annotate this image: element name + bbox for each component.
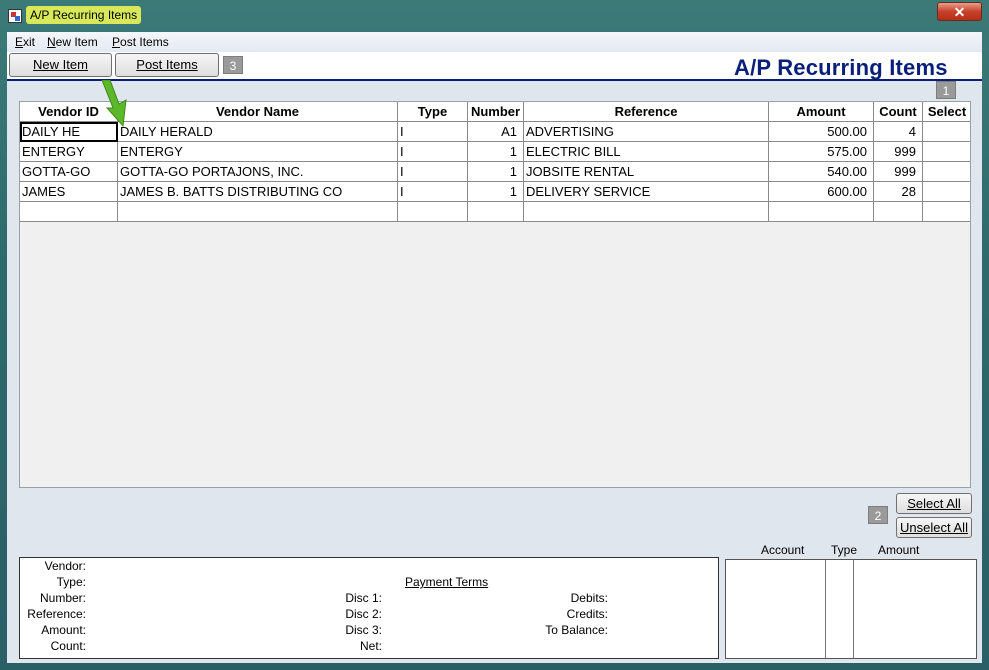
recurring-items-grid[interactable]: Vendor ID Vendor Name Type Number Refere… xyxy=(19,101,971,488)
cell-vendor-name[interactable]: DAILY HERALD xyxy=(118,122,398,142)
cell-type[interactable]: I xyxy=(398,122,468,142)
dist-type-header: Type xyxy=(831,543,858,557)
detail-panel: Vendor: Type: Number: Reference: Amount:… xyxy=(19,557,719,659)
menu-post-items-text: ost Items xyxy=(120,35,169,49)
cell-select[interactable] xyxy=(923,142,970,162)
grid-panel: 1 Vendor ID Vendor Name Type Number Refe… xyxy=(7,81,982,491)
cell-vendor-id[interactable]: GOTTA-GO xyxy=(20,162,118,182)
cell-amount[interactable]: 575.00 xyxy=(769,142,874,162)
distribution-list[interactable] xyxy=(725,559,977,659)
vendor-label: Vendor: xyxy=(44,559,86,573)
col-type[interactable]: Type xyxy=(398,102,468,122)
annotation-badge-1: 1 xyxy=(936,81,956,99)
reference-label: Reference: xyxy=(27,607,86,621)
menu-post-items-accel: P xyxy=(112,35,121,49)
cell-count[interactable]: 4 xyxy=(874,122,923,142)
credits-label: Credits: xyxy=(566,607,608,621)
cell-type[interactable]: I xyxy=(398,182,468,202)
payment-terms-label: Payment Terms xyxy=(405,575,489,589)
col-select[interactable]: Select xyxy=(923,102,970,122)
dist-account-column xyxy=(726,560,826,658)
title-bar: A/P Recurring Items ✕ xyxy=(0,0,989,32)
menu-post-items[interactable]: Post Items xyxy=(112,35,169,49)
unselect-all-button[interactable]: Unselect All xyxy=(896,517,972,538)
close-button[interactable]: ✕ xyxy=(937,2,982,21)
disc2-label: Disc 2: xyxy=(345,607,382,621)
disc1-label: Disc 1: xyxy=(345,591,382,605)
cell-select[interactable] xyxy=(923,202,970,222)
cell-select[interactable] xyxy=(923,182,970,202)
dist-account-header: Account xyxy=(761,543,805,557)
cell-count[interactable]: 28 xyxy=(874,182,923,202)
cell-vendor-id[interactable] xyxy=(20,202,118,222)
count-label: Count: xyxy=(50,639,86,653)
menu-exit-text: xit xyxy=(23,35,36,49)
net-label: Net: xyxy=(359,639,382,653)
select-all-button[interactable]: Select All xyxy=(896,493,972,514)
cell-reference[interactable]: DELIVERY SERVICE xyxy=(524,182,769,202)
cell-reference[interactable]: ELECTRIC BILL xyxy=(524,142,769,162)
post-items-button[interactable]: Post Items xyxy=(115,53,219,77)
dist-amount-header: Amount xyxy=(878,543,920,557)
menu-new-item[interactable]: New Item xyxy=(47,35,98,49)
cell-vendor-name[interactable] xyxy=(118,202,398,222)
cell-count[interactable]: 999 xyxy=(874,142,923,162)
cell-type[interactable] xyxy=(398,202,468,222)
amount-label: Amount: xyxy=(41,623,86,637)
cell-number[interactable]: A1 xyxy=(468,122,524,142)
to-balance-label: To Balance: xyxy=(545,623,608,637)
cell-vendor-name[interactable]: ENTERGY xyxy=(118,142,398,162)
menu-new-item-text: ew Item xyxy=(55,35,98,49)
cell-reference[interactable]: JOBSITE RENTAL xyxy=(524,162,769,182)
debits-label: Debits: xyxy=(570,591,608,605)
dist-type-column xyxy=(825,560,854,658)
annotation-arrow-icon xyxy=(101,80,127,128)
lower-panel: Select All Unselect All 2 Account Type A… xyxy=(7,491,982,663)
cell-reference[interactable] xyxy=(524,202,769,222)
cell-count[interactable] xyxy=(874,202,923,222)
new-item-button-label: New Item xyxy=(33,57,88,72)
window-frame: A/P Recurring Items ✕ Exit New Item Post… xyxy=(0,0,989,670)
cell-vendor-id[interactable]: JAMES xyxy=(20,182,118,202)
app-icon xyxy=(8,9,22,23)
window-title: A/P Recurring Items xyxy=(26,6,142,24)
cell-vendor-name[interactable]: JAMES B. BATTS DISTRIBUTING CO xyxy=(118,182,398,202)
client-area: Exit New Item Post Items New Item Post I… xyxy=(7,32,982,663)
select-all-label: Select All xyxy=(907,496,961,511)
cell-select[interactable] xyxy=(923,122,970,142)
cell-number[interactable] xyxy=(468,202,524,222)
cell-vendor-name[interactable]: GOTTA-GO PORTAJONS, INC. xyxy=(118,162,398,182)
unselect-all-label: Unselect All xyxy=(900,520,968,535)
cell-amount[interactable]: 500.00 xyxy=(769,122,874,142)
cell-count[interactable]: 999 xyxy=(874,162,923,182)
menu-new-item-accel: N xyxy=(47,35,56,49)
menu-exit[interactable]: Exit xyxy=(15,35,35,49)
annotation-badge-2: 2 xyxy=(868,506,888,524)
post-items-button-label: Post Items xyxy=(136,57,198,72)
col-number[interactable]: Number xyxy=(468,102,524,122)
col-count[interactable]: Count xyxy=(874,102,923,122)
menu-bar: Exit New Item Post Items xyxy=(7,32,982,53)
cell-amount[interactable]: 600.00 xyxy=(769,182,874,202)
disc3-label: Disc 3: xyxy=(345,623,382,637)
cell-number[interactable]: 1 xyxy=(468,182,524,202)
cell-type[interactable]: I xyxy=(398,162,468,182)
cell-amount[interactable]: 540.00 xyxy=(769,162,874,182)
cell-reference[interactable]: ADVERTISING xyxy=(524,122,769,142)
page-heading: A/P Recurring Items xyxy=(734,55,948,80)
cell-select[interactable] xyxy=(923,162,970,182)
type-label: Type: xyxy=(56,575,86,589)
menu-exit-accel: E xyxy=(15,35,24,49)
cell-vendor-id[interactable]: ENTERGY xyxy=(20,142,118,162)
cell-amount[interactable] xyxy=(769,202,874,222)
col-reference[interactable]: Reference xyxy=(524,102,769,122)
number-label: Number: xyxy=(39,591,86,605)
cell-type[interactable]: I xyxy=(398,142,468,162)
col-amount[interactable]: Amount xyxy=(769,102,874,122)
col-vendor-name[interactable]: Vendor Name xyxy=(118,102,398,122)
annotation-badge-3: 3 xyxy=(223,56,243,74)
cell-number[interactable]: 1 xyxy=(468,162,524,182)
cell-number[interactable]: 1 xyxy=(468,142,524,162)
new-item-button[interactable]: New Item xyxy=(9,53,112,77)
